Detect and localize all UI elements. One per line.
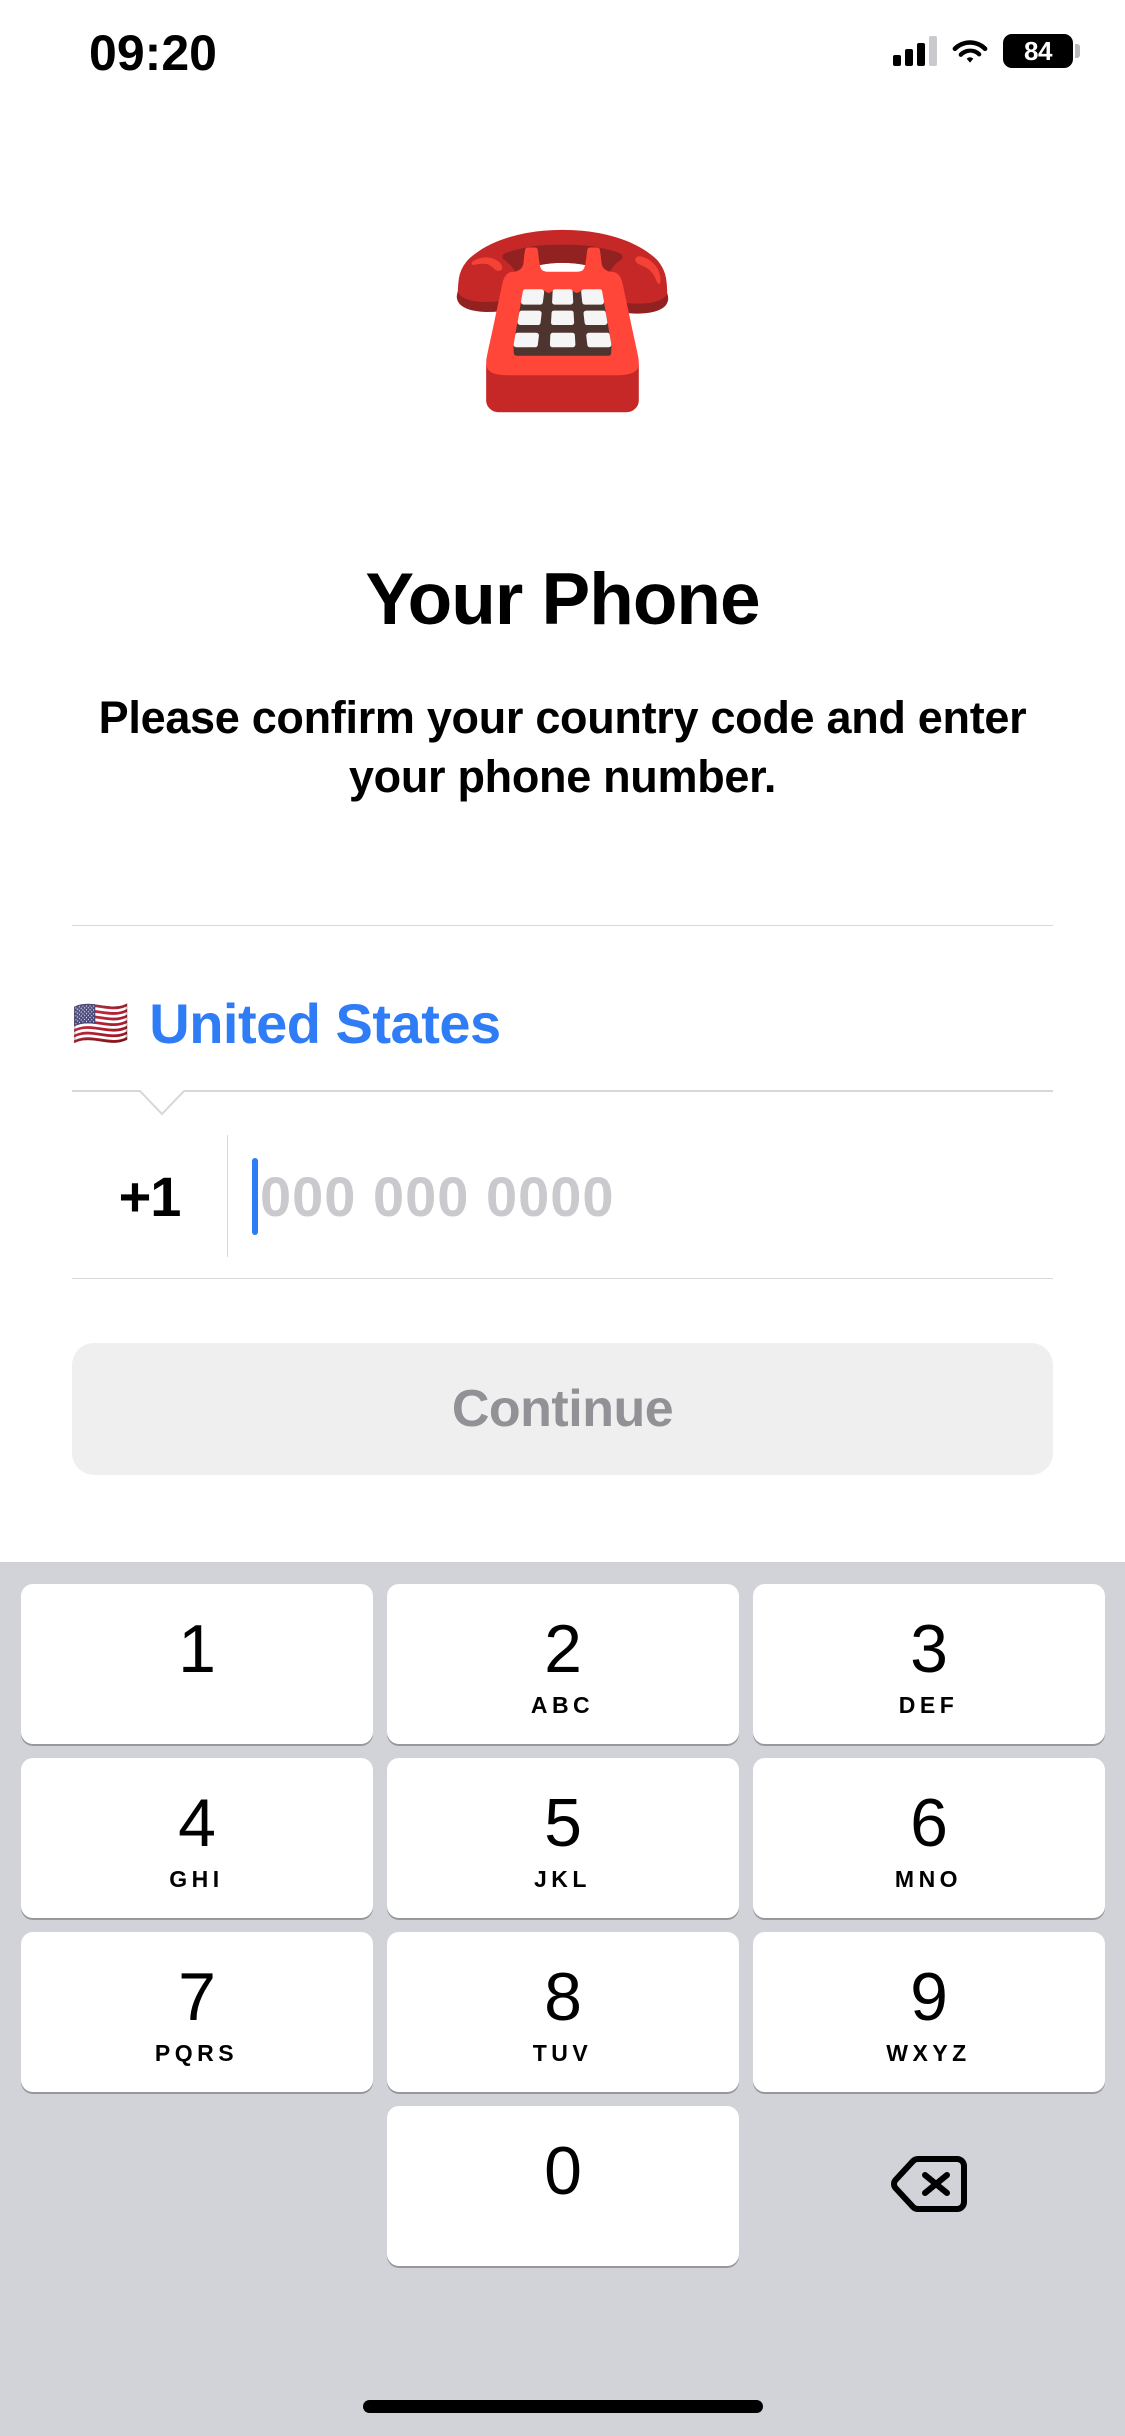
key-1[interactable]: 1 [20,1584,373,1744]
backspace-icon [890,2155,967,2218]
us-flag-icon: 🇺🇸 [72,996,130,1050]
key-5[interactable]: 5 JKL [386,1758,739,1918]
key-digit: 5 [544,1785,582,1861]
key-2[interactable]: 2 ABC [386,1584,739,1744]
key-letters: DEF [898,1692,959,1718]
key-digit: 6 [910,1785,948,1861]
key-digit: 1 [178,1611,216,1687]
wifi-icon [951,36,989,66]
page-subtitle: Please confirm your country code and ent… [98,692,1027,803]
key-digit: 8 [544,1959,582,2035]
keypad-row: 0 [0,2106,1125,2266]
key-letters: PQRS [154,2040,239,2066]
key-digit: 2 [544,1611,582,1687]
key-digit: 3 [910,1611,948,1687]
country-code-label: +1 [118,1164,182,1228]
keypad-spacer [21,2106,373,2266]
key-digit: 7 [178,1959,216,2035]
phone-number-input[interactable]: 000 000 0000 [260,1164,615,1229]
battery-level-label: 84 [1024,36,1052,66]
key-7[interactable]: 7 PQRS [20,1932,373,2092]
phone-screen: 09:20 84 ☎️ Your Phone Please confirm yo… [0,0,1125,2436]
key-letters: TUV [532,2040,593,2066]
separator-bottom [72,1278,1053,1279]
key-letters: JKL [534,1866,591,1892]
continue-button[interactable]: Continue [72,1343,1053,1475]
key-6[interactable]: 6 MNO [752,1758,1105,1918]
key-9[interactable]: 9 WXYZ [752,1932,1105,2092]
separator-top [72,925,1053,926]
status-bar-time: 09:20 [89,25,217,81]
keypad-row: 4 GHI 5 JKL 6 MNO [0,1758,1125,1918]
key-letters: MNO [894,1866,963,1892]
keypad-row: 1 2 ABC 3 DEF [0,1584,1125,1744]
phone-number-field[interactable]: +1 000 000 0000 [72,1126,1053,1266]
page-title: Your Phone [365,559,760,640]
numeric-keypad: 1 2 ABC 3 DEF 4 GHI 5 JKL 6 MNO 7 PQRS 8… [0,1562,1125,2436]
key-digit: 0 [544,2133,582,2209]
key-letters: ABC [530,1692,595,1718]
key-letters: WXYZ [886,2040,971,2066]
continue-button-label: Continue [451,1380,674,1438]
status-bar: 09:20 84 [0,0,1125,110]
text-caret [252,1157,258,1235]
key-4[interactable]: 4 GHI [20,1758,373,1918]
key-digit: 9 [910,1959,948,2035]
key-letters: GHI [169,1866,224,1892]
key-8[interactable]: 8 TUV [386,1932,739,2092]
backspace-key[interactable] [753,2106,1105,2266]
status-bar-indicators: 84 [893,30,1080,72]
country-selector[interactable]: 🇺🇸 United States [72,968,1053,1078]
signal-bars-icon [893,36,937,66]
key-3[interactable]: 3 DEF [752,1584,1105,1744]
telephone-emoji: ☎️ [447,202,678,418]
home-indicator [362,2400,763,2413]
keypad-row: 7 PQRS 8 TUV 9 WXYZ [0,1932,1125,2092]
country-name-label: United States [149,991,501,1055]
battery-icon: 84 [1003,34,1080,68]
key-0[interactable]: 0 [386,2106,739,2266]
separator-notched [72,1090,1053,1116]
key-digit: 4 [178,1785,216,1861]
field-divider [227,1135,228,1257]
